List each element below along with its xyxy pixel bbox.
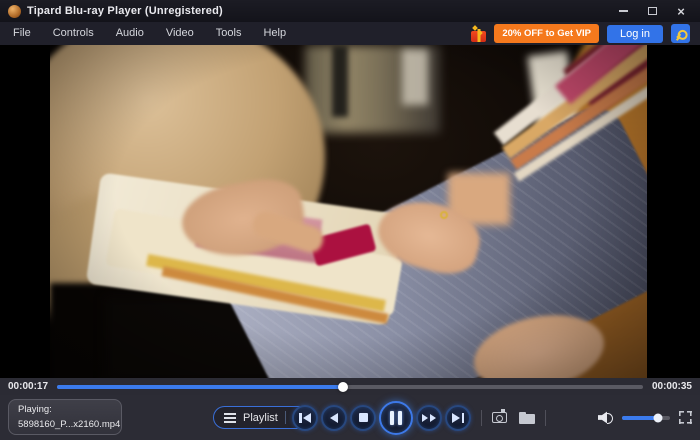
progress-fill <box>57 385 343 389</box>
rewind-icon <box>330 413 338 423</box>
menu-controls[interactable]: Controls <box>42 22 105 45</box>
register-button[interactable] <box>671 24 690 43</box>
menu-audio[interactable]: Audio <box>105 22 155 45</box>
fast-forward-button[interactable] <box>416 405 442 431</box>
skip-next-icon <box>452 413 464 423</box>
menu-bar: File Controls Audio Video Tools Help 20%… <box>0 22 700 45</box>
fast-forward-icon <box>422 414 436 422</box>
art-vignette <box>50 45 647 378</box>
menu-right-group: 20% OFF to Get VIP Log in <box>471 24 698 43</box>
app-window: Tipard Blu-ray Player (Unregistered) × F… <box>0 0 700 440</box>
window-title: Tipard Blu-ray Player (Unregistered) <box>27 5 223 17</box>
vip-offer-button[interactable]: 20% OFF to Get VIP <box>494 24 599 43</box>
menu-file[interactable]: File <box>2 22 42 45</box>
playlist-divider <box>285 411 286 424</box>
progress-row: 00:00:17 00:00:35 <box>0 378 700 395</box>
previous-button[interactable] <box>292 405 318 431</box>
menu-video[interactable]: Video <box>155 22 205 45</box>
open-file-folder-icon[interactable] <box>519 412 535 424</box>
menu-help[interactable]: Help <box>252 22 297 45</box>
playlist-list-icon <box>224 413 236 423</box>
snapshot-camera-icon[interactable] <box>492 412 507 423</box>
login-button[interactable]: Log in <box>607 25 663 43</box>
fullscreen-icon[interactable] <box>679 411 692 424</box>
control-bar: Playing: 5898160_P...x2160.mp4 Playlist <box>0 395 700 440</box>
progress-thumb[interactable] <box>338 382 348 392</box>
volume-slider[interactable] <box>622 416 670 420</box>
now-playing-box: Playing: 5898160_P...x2160.mp4 <box>8 399 122 435</box>
close-button[interactable]: × <box>674 4 688 18</box>
now-playing-label: Playing: <box>18 403 112 418</box>
menu-tools[interactable]: Tools <box>205 22 253 45</box>
volume-thumb[interactable] <box>654 413 663 422</box>
skip-previous-icon <box>299 413 311 423</box>
stop-icon <box>359 413 368 422</box>
gift-icon[interactable] <box>471 31 486 42</box>
next-button[interactable] <box>445 405 471 431</box>
speaker-icon[interactable] <box>598 411 613 424</box>
volume-controls <box>598 395 692 440</box>
key-icon <box>673 26 689 42</box>
app-logo-icon <box>8 5 21 18</box>
playlist-label: Playlist <box>243 412 278 424</box>
elapsed-time: 00:00:17 <box>8 381 48 392</box>
maximize-button[interactable] <box>645 4 659 18</box>
stop-button[interactable] <box>350 405 376 431</box>
window-controls: × <box>616 4 692 18</box>
video-frame[interactable] <box>50 45 647 378</box>
toolbar-divider <box>545 410 546 426</box>
title-bar: Tipard Blu-ray Player (Unregistered) × <box>0 0 700 22</box>
pause-icon <box>390 411 402 425</box>
rewind-button[interactable] <box>321 405 347 431</box>
total-time: 00:00:35 <box>652 381 692 392</box>
pause-button[interactable] <box>379 401 413 435</box>
video-stage <box>0 45 700 378</box>
now-playing-filename: 5898160_P...x2160.mp4 <box>18 418 112 433</box>
toolbar-divider <box>481 410 482 426</box>
transport-controls <box>292 395 553 440</box>
progress-bar[interactable] <box>57 385 643 389</box>
minimize-button[interactable] <box>616 4 630 18</box>
